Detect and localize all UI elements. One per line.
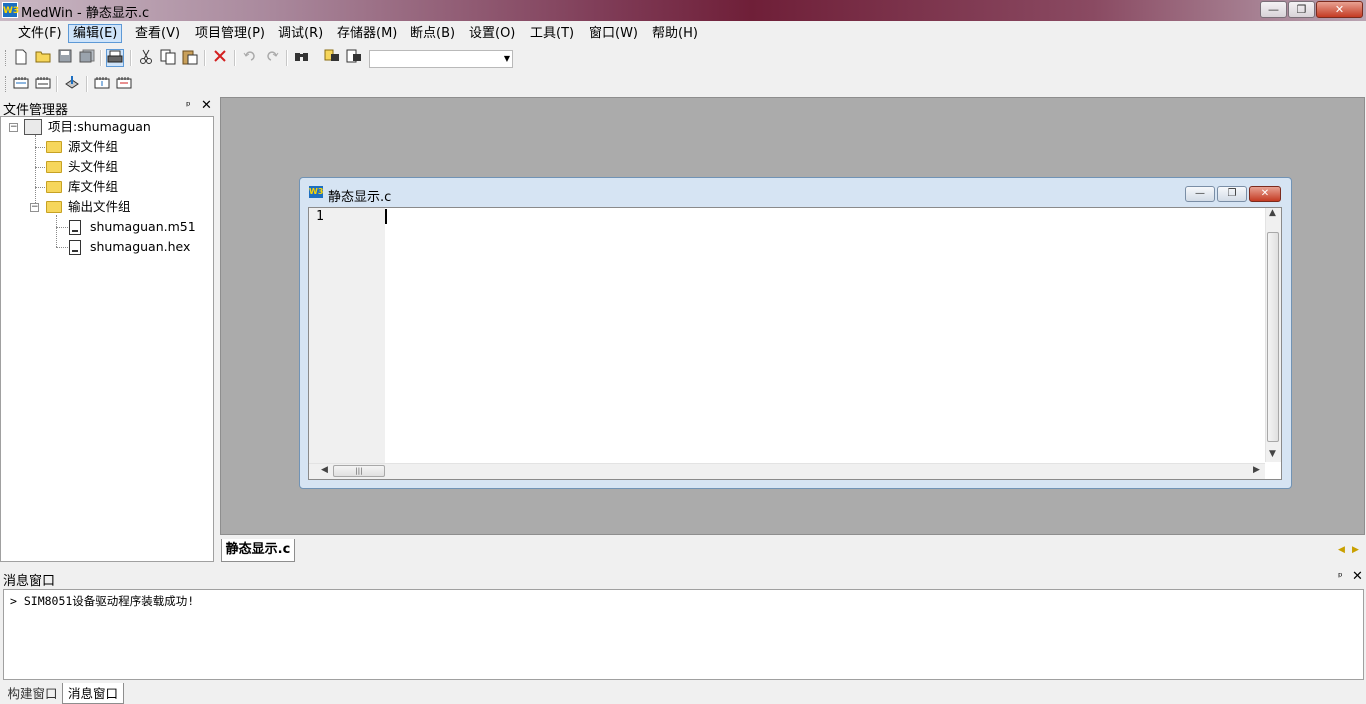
tree-header-group[interactable]: 头文件组	[68, 158, 118, 176]
menu-file[interactable]: 文件(F)	[14, 25, 66, 42]
replace-icon[interactable]	[345, 49, 363, 67]
find-in-files-icon[interactable]	[323, 49, 341, 67]
save-all-icon[interactable]	[78, 49, 96, 67]
toolbar-grip[interactable]	[5, 50, 9, 66]
menu-view[interactable]: 查看(V)	[131, 25, 184, 42]
scroll-right-icon[interactable]: ▶	[1253, 465, 1260, 475]
pin-icon[interactable]: ᵖ	[186, 99, 191, 112]
collapse-icon[interactable]: −	[30, 203, 39, 212]
bottom-tab-strip	[0, 682, 1366, 704]
editor-window-title: 静态显示.c	[328, 190, 392, 205]
find-icon[interactable]	[293, 49, 311, 67]
child-minimize-button[interactable]: —	[1185, 186, 1215, 202]
menu-tools[interactable]: 工具(T)	[526, 25, 578, 42]
open-folder-icon[interactable]	[34, 49, 52, 67]
tab-scroll-right-icon[interactable]: ▶	[1352, 545, 1359, 555]
app-icon: W3	[2, 2, 19, 18]
print-icon[interactable]	[106, 49, 124, 67]
undo-icon[interactable]	[241, 49, 259, 67]
menu-debug[interactable]: 调试(R)	[274, 25, 327, 42]
window-title: MedWin - 静态显示.c	[21, 6, 150, 21]
message-window-header	[0, 568, 1366, 586]
build-icon[interactable]	[34, 75, 52, 93]
minimize-button[interactable]: —	[1260, 1, 1287, 18]
project-icon	[24, 119, 42, 135]
paste-icon[interactable]	[181, 49, 199, 67]
horizontal-scroll-thumb[interactable]: |||	[333, 465, 385, 477]
menu-memory[interactable]: 存储器(M)	[333, 25, 401, 42]
cut-icon[interactable]	[137, 49, 155, 67]
folder-icon	[46, 161, 62, 173]
line-number-gutter	[309, 208, 385, 463]
file-icon	[69, 220, 81, 235]
menu-settings[interactable]: 设置(O)	[465, 25, 519, 42]
copy-icon[interactable]	[159, 49, 177, 67]
line-number: 1	[316, 209, 324, 224]
document-tab-strip	[220, 538, 1366, 563]
find-combo[interactable]: ▼	[369, 50, 513, 68]
file-icon	[69, 240, 81, 255]
horizontal-scrollbar[interactable]	[309, 463, 1265, 479]
tree-output-group[interactable]: 输出文件组	[68, 198, 131, 216]
tab-build-window[interactable]: 构建窗口	[3, 683, 62, 704]
tree-file-hex[interactable]: shumaguan.hex	[90, 238, 190, 256]
code-editor[interactable]	[308, 207, 1282, 480]
folder-icon	[46, 181, 62, 193]
tree-library-group[interactable]: 库文件组	[68, 178, 118, 196]
text-caret	[385, 209, 387, 224]
open-folder-icon	[46, 201, 62, 213]
close-icon[interactable]: ✕	[201, 98, 212, 113]
new-file-icon[interactable]	[12, 49, 30, 67]
title-bar[interactable]	[0, 0, 1366, 21]
message-window-title: 消息窗口	[3, 574, 56, 589]
close-button[interactable]: ✕	[1316, 1, 1363, 18]
tab-message-window[interactable]: 消息窗口	[62, 683, 124, 704]
redo-icon[interactable]	[263, 49, 281, 67]
tree-source-group[interactable]: 源文件组	[68, 138, 118, 156]
tree-file-m51[interactable]: shumaguan.m51	[90, 218, 196, 236]
tab-static-display[interactable]: 静态显示.c	[221, 539, 295, 562]
menu-project[interactable]: 项目管理(P)	[191, 25, 269, 42]
pin-icon[interactable]: ᵖ	[1338, 570, 1343, 583]
download-icon[interactable]	[63, 75, 81, 93]
menu-edit[interactable]: 编辑(E)	[68, 24, 123, 43]
build-all-icon[interactable]	[93, 75, 111, 93]
scroll-left-icon[interactable]: ◀	[321, 465, 328, 475]
menu-bar: 文件(F) 编辑(E) 查看(V) 项目管理(P) 调试(R) 存储器(M) 断…	[0, 21, 1366, 45]
standard-toolbar: ▼	[0, 45, 1366, 71]
tab-scroll-left-icon[interactable]: ◀	[1338, 545, 1345, 555]
child-maximize-button[interactable]: ❐	[1217, 186, 1247, 202]
collapse-icon[interactable]: −	[9, 123, 18, 132]
menu-breakpoint[interactable]: 断点(B)	[406, 25, 459, 42]
compile-icon[interactable]	[12, 75, 30, 93]
close-icon[interactable]: ✕	[1352, 569, 1363, 584]
build-toolbar	[0, 71, 1366, 97]
child-close-button[interactable]: ✕	[1249, 186, 1281, 202]
message-line: > SIM8051设备驱动程序装载成功!	[10, 594, 195, 608]
tree-project[interactable]: 项目:shumaguan	[48, 118, 151, 136]
vertical-scroll-thumb[interactable]	[1267, 232, 1279, 442]
scroll-up-icon[interactable]: ▲	[1269, 208, 1276, 218]
maximize-button[interactable]: ❐	[1288, 1, 1315, 18]
scroll-down-icon[interactable]: ▼	[1269, 449, 1276, 459]
rebuild-icon[interactable]	[115, 75, 133, 93]
menu-help[interactable]: 帮助(H)	[648, 25, 702, 42]
menu-window[interactable]: 窗口(W)	[585, 25, 642, 42]
editor-window-icon: W3	[309, 186, 324, 198]
folder-icon	[46, 141, 62, 153]
message-output[interactable]	[3, 589, 1364, 680]
delete-icon[interactable]	[211, 49, 229, 67]
save-icon[interactable]	[56, 49, 74, 67]
chevron-down-icon[interactable]: ▼	[504, 51, 510, 67]
toolbar-grip[interactable]	[5, 76, 9, 92]
